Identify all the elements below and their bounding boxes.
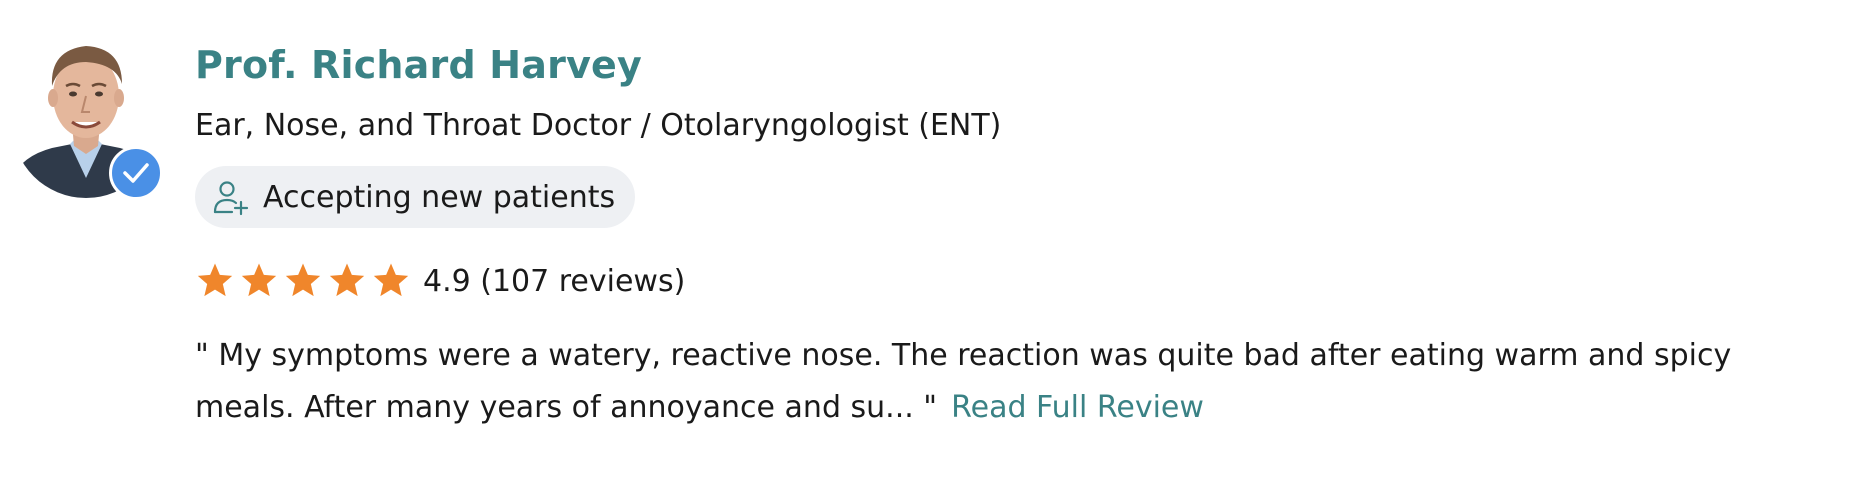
checkmark-icon (123, 163, 149, 183)
doctor-name[interactable]: Prof. Richard Harvey (195, 30, 1835, 100)
verified-badge-icon (109, 146, 163, 200)
star-icon (197, 263, 233, 297)
accepting-patients-label: Accepting new patients (263, 179, 616, 215)
star-icon (373, 263, 409, 297)
doctor-specialty: Ear, Nose, and Throat Doctor / Otolaryng… (195, 108, 1002, 143)
star-icon (285, 263, 321, 297)
read-full-review-link[interactable]: Read Full Review (951, 390, 1204, 425)
star-icon (241, 263, 277, 297)
rating-summary: 4.9 (107 reviews) (423, 263, 686, 299)
star-icon (329, 263, 365, 297)
review-snippet: " My symptoms were a watery, reactive no… (195, 330, 1835, 434)
rating-row: 4.9 (107 reviews) (195, 256, 1835, 306)
star-rating (195, 261, 411, 301)
add-user-icon (211, 177, 251, 217)
doctor-info: Prof. Richard Harvey Ear, Nose, and Thro… (195, 30, 1835, 434)
accepting-patients-badge: Accepting new patients (195, 166, 636, 228)
avatar-container[interactable] (12, 28, 182, 203)
doctor-card: Prof. Richard Harvey Ear, Nose, and Thro… (0, 0, 1863, 480)
